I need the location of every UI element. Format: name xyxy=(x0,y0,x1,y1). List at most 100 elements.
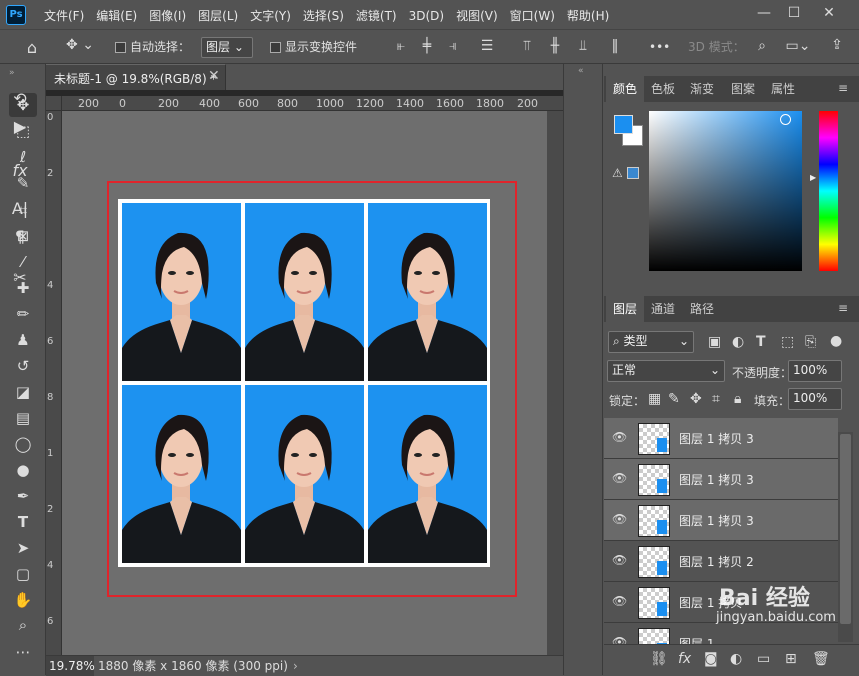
menu-window[interactable]: 窗口(W) xyxy=(504,7,561,25)
move-tool-preset-icon[interactable]: ✥ ⌄ xyxy=(62,37,98,57)
menu-type[interactable]: 文字(Y) xyxy=(244,7,297,25)
align-right-icon[interactable]: ⫣ xyxy=(444,38,462,54)
history-brush-tool-icon[interactable]: ↺ xyxy=(9,354,37,378)
align-hcenter-icon[interactable]: ╪ xyxy=(418,38,436,54)
align-left-icon[interactable]: ⫦ xyxy=(392,38,410,54)
canvas-scrollbar[interactable] xyxy=(547,111,563,655)
adjustment-filter-icon[interactable]: ◐ xyxy=(732,334,744,350)
vertical-ruler[interactable]: 0 2 4 6 8 1 2 4 6 xyxy=(46,111,62,655)
lock-position-icon[interactable]: ✥ xyxy=(690,391,702,407)
dodge-tool-icon[interactable]: ● xyxy=(9,458,37,482)
menu-select[interactable]: 选择(S) xyxy=(297,7,350,25)
gradient-tool-icon[interactable]: ▤ xyxy=(9,406,37,430)
menu-image[interactable]: 图像(I) xyxy=(143,7,192,25)
minimize-button[interactable]: — xyxy=(750,2,778,24)
type-tool-icon[interactable]: T xyxy=(9,510,37,534)
brush-tool-icon[interactable]: ✏ xyxy=(9,302,37,326)
home-icon[interactable]: ⌂ xyxy=(20,38,44,58)
document-tab[interactable]: 未标题-1 @ 19.8%(RGB/8) * ✕ xyxy=(46,64,226,90)
add-mask-icon[interactable]: ◙ xyxy=(704,651,718,667)
document-canvas[interactable] xyxy=(118,199,490,567)
visibility-eye-icon[interactable]: 👁︎ xyxy=(612,471,627,485)
tab-color[interactable]: 颜色 xyxy=(606,76,645,102)
lock-all-icon[interactable]: 🔒︎ xyxy=(734,391,741,407)
fill-field[interactable]: 100% ⌄ xyxy=(788,388,842,424)
collapse-icon[interactable]: » xyxy=(9,68,15,78)
adjustment-layer-icon[interactable]: ◐ xyxy=(730,651,742,667)
layer-row[interactable]: 👁︎ 图层 1 拷贝 3 xyxy=(604,459,838,500)
lock-transparent-icon[interactable]: ▦ xyxy=(648,391,661,407)
gamut-warning-icon[interactable]: ⚠ xyxy=(612,166,623,180)
menu-file[interactable]: 文件(F) xyxy=(38,7,90,25)
lock-image-icon[interactable]: ✎ xyxy=(668,391,680,407)
ruler-origin[interactable] xyxy=(46,96,62,111)
hand-tool-icon[interactable]: ✋ xyxy=(9,588,37,612)
zoom-level-field[interactable]: 19.78% xyxy=(46,656,95,676)
shape-filter-icon[interactable]: ⬚ xyxy=(781,334,794,350)
menu-filter[interactable]: 滤镜(T) xyxy=(350,7,403,25)
visibility-eye-icon[interactable]: 👁︎ xyxy=(612,430,627,444)
distribute-vertical-icon[interactable]: ☰ xyxy=(478,38,496,54)
eraser-tool-icon[interactable]: ◪ xyxy=(9,380,37,404)
visibility-eye-icon[interactable]: 👁︎ xyxy=(612,512,627,526)
close-tab-icon[interactable]: ✕ xyxy=(208,68,220,84)
align-bottom-icon[interactable]: ⫫ xyxy=(574,38,592,54)
link-layers-icon[interactable]: ⛓ xyxy=(650,651,668,667)
color-field[interactable] xyxy=(649,111,802,271)
tab-gradients[interactable]: 渐变 xyxy=(683,76,721,102)
more-options-button[interactable]: ••• xyxy=(649,30,670,64)
type-filter-icon[interactable]: T xyxy=(756,334,766,350)
tab-swatches[interactable]: 色板 xyxy=(644,76,682,102)
layer-row[interactable]: 👁︎ 图层 1 拷贝 3 xyxy=(604,418,838,459)
share-icon[interactable]: ⇪ xyxy=(828,37,846,53)
path-select-tool-icon[interactable]: ➤ xyxy=(9,536,37,560)
tab-layers[interactable]: 图层 xyxy=(606,296,645,322)
delete-layer-icon[interactable]: 🗑︎ xyxy=(812,651,830,667)
search-icon[interactable]: ⌕ xyxy=(753,38,771,54)
new-layer-icon[interactable]: ⊞ xyxy=(785,651,797,667)
menu-view[interactable]: 视图(V) xyxy=(450,7,504,25)
tool-presets-icon[interactable]: ✂ xyxy=(7,265,33,291)
hue-slider-handle-icon[interactable]: ▶ xyxy=(810,173,816,182)
hue-slider[interactable] xyxy=(819,111,838,271)
panel-menu-icon[interactable]: ≡ xyxy=(838,81,848,95)
close-window-button[interactable]: ✕ xyxy=(815,2,843,24)
layer-filter-dropdown[interactable]: ⌕ 类型 ⌄ xyxy=(608,331,694,353)
collapse-icon[interactable]: « xyxy=(578,66,584,76)
lock-artboard-icon[interactable]: ⌗ xyxy=(712,391,720,407)
menu-help[interactable]: 帮助(H) xyxy=(561,7,615,25)
visibility-eye-icon[interactable]: 👁︎ xyxy=(612,594,627,608)
more-tools-icon[interactable]: ⋯ xyxy=(9,640,37,664)
pixel-filter-icon[interactable]: ▣ xyxy=(708,334,721,350)
align-top-icon[interactable]: ⫪ xyxy=(518,38,536,54)
web-safe-swatch[interactable] xyxy=(627,167,639,179)
status-menu-arrow-icon[interactable]: › xyxy=(293,659,298,673)
opacity-field[interactable]: 100% ⌄ xyxy=(788,360,842,396)
blend-mode-dropdown[interactable]: 正常 ⌄ xyxy=(607,360,725,382)
history-panel-icon[interactable]: ⟲ xyxy=(7,86,33,112)
menu-layer[interactable]: 图层(L) xyxy=(192,7,244,25)
auto-select-target-dropdown[interactable]: 图层 ⌄ xyxy=(201,37,253,58)
shape-tool-icon[interactable]: ▢ xyxy=(9,562,37,586)
foreground-color-swatch[interactable] xyxy=(614,115,633,134)
panel-menu-icon[interactable]: ≡ xyxy=(838,301,848,315)
document-info[interactable]: 1880 像素 x 1860 像素 (300 ppi) xyxy=(98,656,288,676)
clone-stamp-tool-icon[interactable]: ♟ xyxy=(9,328,37,352)
align-vcenter-icon[interactable]: ╫ xyxy=(546,38,564,54)
styles-panel-icon[interactable]: fx xyxy=(7,158,33,184)
menu-3d[interactable]: 3D(D) xyxy=(403,7,450,25)
layer-row[interactable]: 👁︎ 图层 1 拷贝 3 xyxy=(604,500,838,541)
distribute-horizontal-icon[interactable]: ‖ xyxy=(606,38,624,54)
menu-edit[interactable]: 编辑(E) xyxy=(90,7,143,25)
new-group-icon[interactable]: ▭ xyxy=(757,651,770,667)
layer-row[interactable]: 👁︎ 图层 1 拷贝 2 xyxy=(604,541,838,582)
color-picker-marker[interactable] xyxy=(780,114,791,125)
layer-style-icon[interactable]: fx xyxy=(678,651,691,667)
character-panel-icon[interactable]: A| xyxy=(7,196,33,222)
restore-button[interactable]: ☐ xyxy=(780,2,808,24)
visibility-eye-icon[interactable]: 👁︎ xyxy=(612,553,627,567)
actions-panel-icon[interactable]: ▶ xyxy=(7,114,33,140)
layers-scrollbar-thumb[interactable] xyxy=(840,434,851,624)
pen-tool-icon[interactable]: ✒ xyxy=(9,484,37,508)
filter-toggle-icon[interactable]: ● xyxy=(830,333,842,349)
